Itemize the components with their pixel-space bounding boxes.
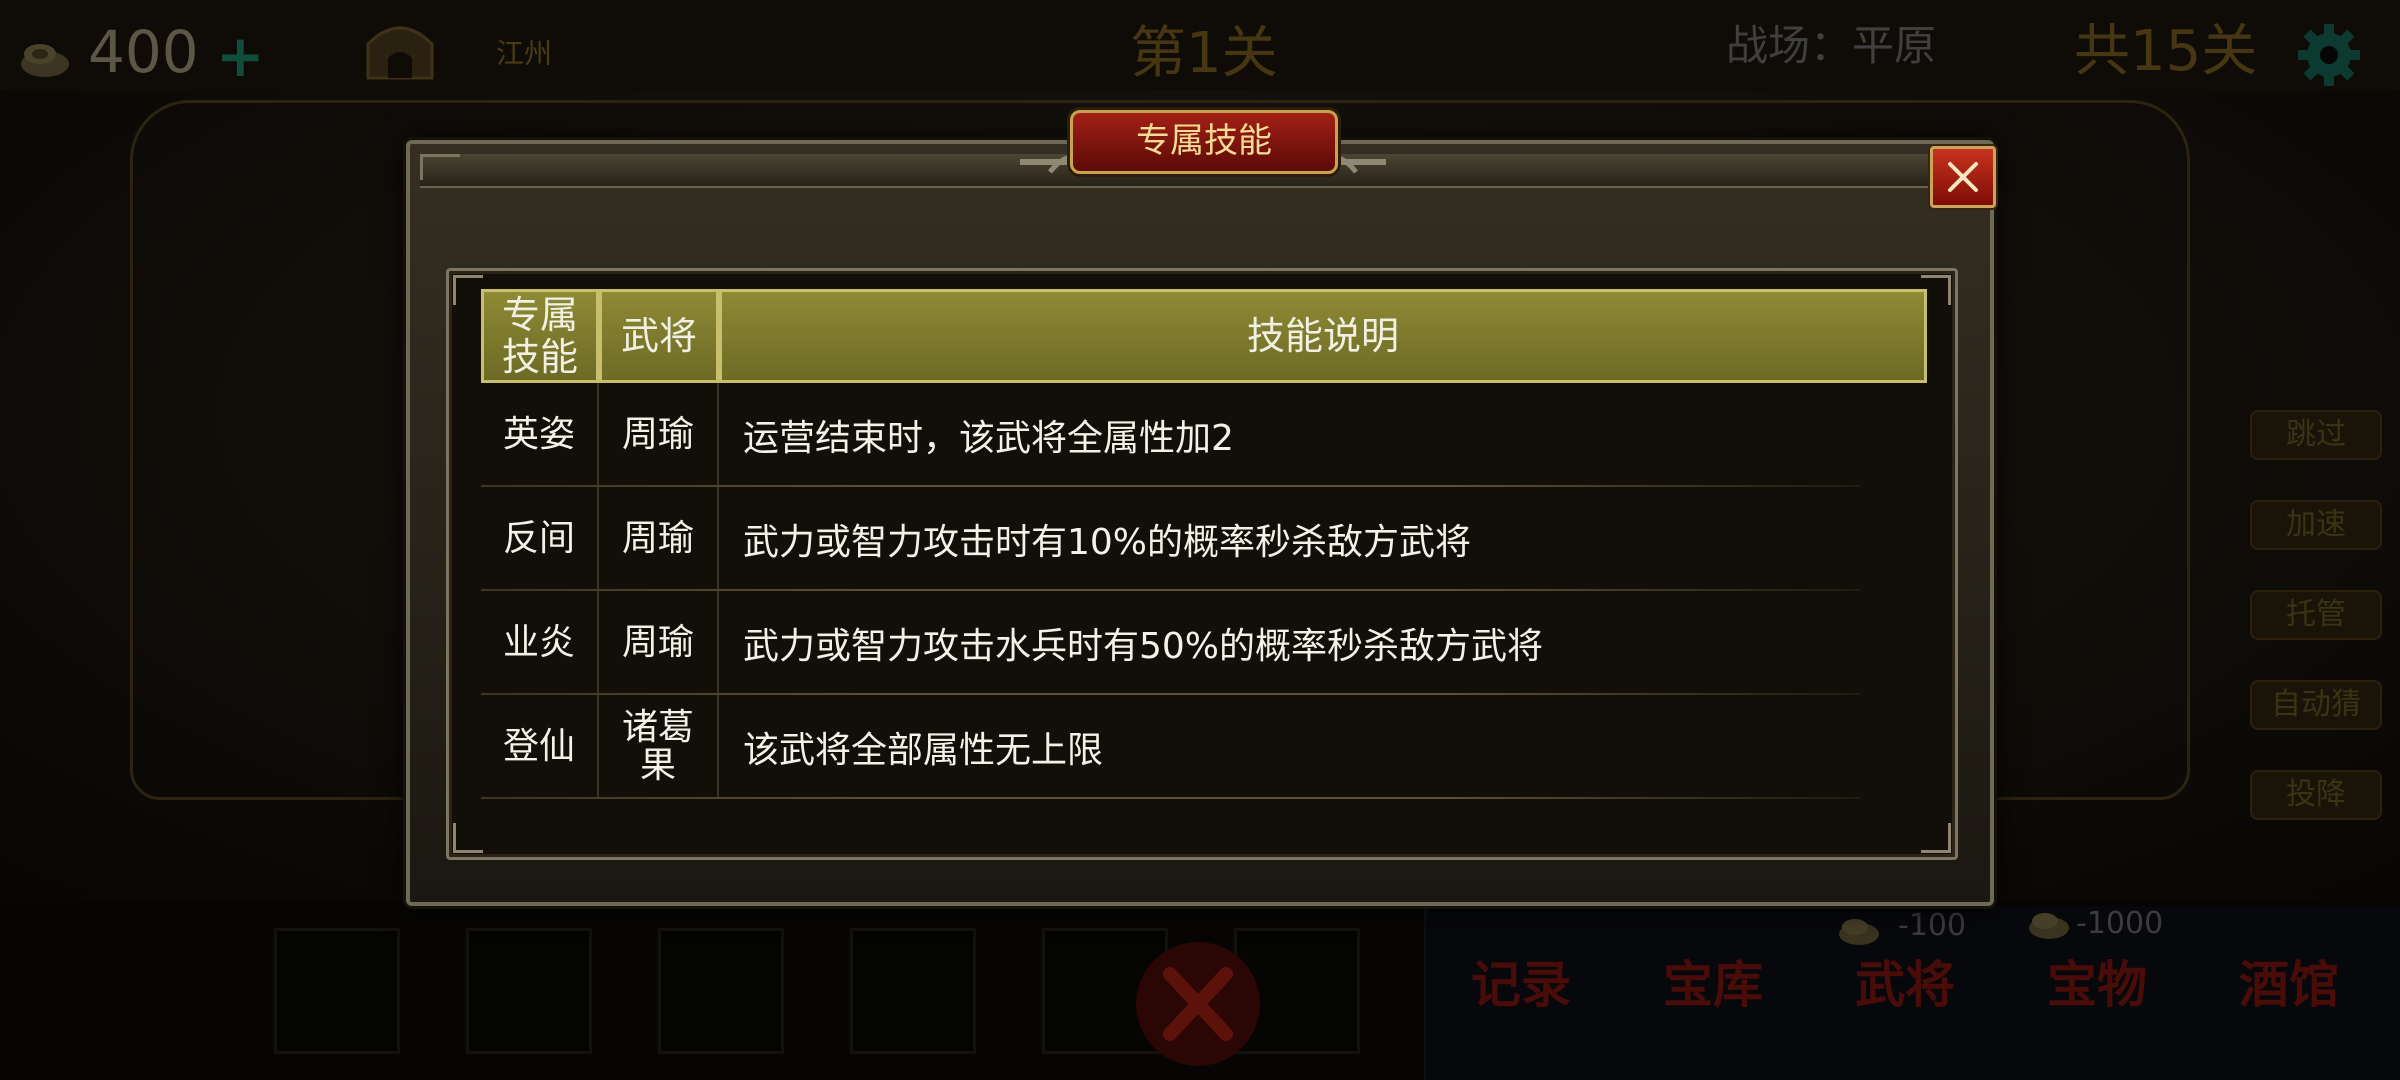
auto-manage-button[interactable]: 托管 — [2250, 590, 2382, 640]
dialog-title: 专属技能 — [1070, 110, 1338, 174]
table-row: 登仙 诸葛 果 该武将全部属性无上限 — [481, 695, 1927, 799]
card-slot[interactable] — [274, 928, 400, 1054]
card-slot[interactable] — [466, 928, 592, 1054]
header-general: 武将 — [599, 289, 719, 383]
skill-description: 武力或智力攻击水兵时有50%的概率秒杀敌方武将 — [743, 626, 1544, 667]
skip-button[interactable]: 跳过 — [2250, 410, 2382, 460]
skill-name: 英姿 — [502, 414, 575, 455]
skill-name: 业炎 — [502, 622, 575, 663]
skill-description: 该武将全部属性无上限 — [743, 730, 1104, 771]
panel-corner-ornament — [453, 823, 483, 853]
exclusive-skills-dialog: 专属技能 专属 技能 武将 技能说明 英姿 周瑜 运营结束时，该武将全属性加2 … — [406, 110, 1996, 906]
treasury-button[interactable]: 宝库 — [1628, 940, 1798, 1030]
skill-name: 登仙 — [502, 726, 575, 767]
header-skill-line2: 技能 — [501, 335, 578, 379]
row-divider — [481, 797, 1861, 799]
generals-button[interactable]: 武将 — [1820, 940, 1990, 1030]
general-name-line1: 诸葛 — [621, 707, 694, 748]
city-name: 江州 — [496, 37, 553, 70]
header-skill-line1: 专属 — [501, 293, 578, 337]
battlefield-label: 战场：平原 — [1726, 21, 1937, 70]
table-row: 业炎 周瑜 武力或智力攻击水兵时有50%的概率秒杀敌方武将 — [481, 591, 1927, 695]
tavern-button[interactable]: 酒馆 — [2204, 940, 2374, 1030]
table-row: 英姿 周瑜 运营结束时，该武将全属性加2 — [481, 383, 1927, 487]
gold-coin-icon — [21, 44, 69, 77]
general-name: 周瑜 — [621, 622, 694, 663]
skill-name: 反间 — [502, 518, 575, 559]
panel-corner-ornament — [1921, 823, 1951, 853]
general-name-line2: 果 — [639, 745, 676, 786]
header-description: 技能说明 — [719, 289, 1927, 383]
skills-table-panel: 专属 技能 武将 技能说明 英姿 周瑜 运营结束时，该武将全属性加2 反间 周瑜… — [446, 268, 1958, 860]
skill-description: 武力或智力攻击时有10%的概率秒杀敌方武将 — [743, 522, 1472, 563]
close-button[interactable] — [1930, 146, 1996, 208]
speed-up-button[interactable]: 加速 — [2250, 500, 2382, 550]
panel-corner-ornament — [453, 275, 483, 305]
auto-guess-button[interactable]: 自动猜 — [2250, 680, 2382, 730]
cancel-icon[interactable] — [1128, 934, 1268, 1074]
hire-cost: -100 — [1898, 908, 1967, 943]
general-name: 周瑜 — [621, 414, 694, 455]
stage-title: 第1关 — [1130, 21, 1278, 86]
skill-description: 运营结束时，该武将全属性加2 — [743, 418, 1234, 459]
table-header: 专属 技能 武将 技能说明 — [481, 289, 1927, 383]
close-icon — [1948, 162, 1978, 192]
gear-icon[interactable] — [2296, 22, 2362, 88]
general-name: 诸葛 果 — [599, 695, 717, 799]
general-name: 周瑜 — [621, 518, 694, 559]
treasure-cost: -1000 — [2076, 906, 2164, 941]
card-slot[interactable] — [850, 928, 976, 1054]
gold-coin-icon — [2029, 913, 2069, 939]
surrender-button[interactable]: 投降 — [2250, 770, 2382, 820]
header-skill: 专属 技能 — [481, 289, 599, 383]
total-stages: 共15关 — [2074, 19, 2258, 84]
top-bar: 400 + 江州 第1关 战场：平原 共15关 — [0, 0, 2400, 90]
add-gold-button[interactable]: + — [216, 22, 265, 90]
gold-amount: 400 — [88, 18, 199, 86]
table-row: 反间 周瑜 武力或智力攻击时有10%的概率秒杀敌方武将 — [481, 487, 1927, 591]
city-gate-icon[interactable] — [362, 18, 438, 82]
treasure-button[interactable]: 宝物 — [2012, 940, 2182, 1030]
dialog-corner-ornament — [420, 154, 460, 180]
card-slot[interactable] — [658, 928, 784, 1054]
record-button[interactable]: 记录 — [1436, 940, 1606, 1030]
